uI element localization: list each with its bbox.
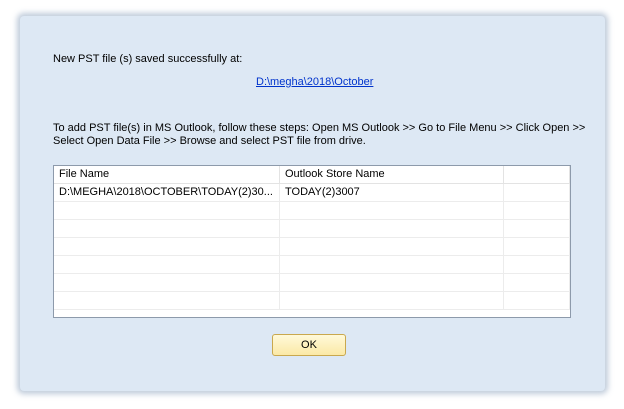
list-header: File Name Outlook Store Name [54,166,570,184]
cell-store-name [280,256,504,273]
table-row [54,256,570,274]
cell-file-name [54,292,280,309]
cell-file-name [54,238,280,255]
table-row [54,220,570,238]
column-header-outlook-store-name[interactable]: Outlook Store Name [280,166,504,183]
cell-empty [504,292,570,309]
ok-button[interactable]: OK [272,334,346,356]
save-complete-dialog: New PST file (s) saved successfully at: … [20,16,605,391]
cell-empty [504,202,570,219]
cell-empty [504,256,570,273]
cell-empty [504,184,570,201]
cell-empty [504,220,570,237]
table-row [54,202,570,220]
instructions-line: To add PST file(s) in MS Outlook, follow… [53,122,586,134]
cell-file-name [54,274,280,291]
cell-store-name: TODAY(2)3007 [280,184,504,201]
table-row [54,292,570,310]
column-header-file-name[interactable]: File Name [54,166,280,183]
instructions-text: To add PST file(s) in MS Outlook, follow… [53,122,586,148]
cell-file-name [54,220,280,237]
instructions-line: Select Open Data File >> Browse and sele… [53,135,366,147]
table-row[interactable]: D:\MEGHA\2018\OCTOBER\TODAY(2)30... TODA… [54,184,570,202]
cell-file-name: D:\MEGHA\2018\OCTOBER\TODAY(2)30... [54,184,280,201]
cell-empty [504,274,570,291]
cell-store-name [280,238,504,255]
column-header-empty[interactable] [504,166,570,183]
cell-store-name [280,202,504,219]
list-body: D:\MEGHA\2018\OCTOBER\TODAY(2)30... TODA… [54,184,570,310]
table-row [54,238,570,256]
results-list[interactable]: File Name Outlook Store Name D:\MEGHA\20… [53,165,571,318]
saved-message: New PST file (s) saved successfully at: [53,53,243,65]
saved-path-link[interactable]: D:\megha\2018\October [256,76,373,88]
cell-file-name [54,202,280,219]
cell-store-name [280,274,504,291]
cell-empty [504,238,570,255]
cell-store-name [280,220,504,237]
cell-store-name [280,292,504,309]
cell-file-name [54,256,280,273]
table-row [54,274,570,292]
